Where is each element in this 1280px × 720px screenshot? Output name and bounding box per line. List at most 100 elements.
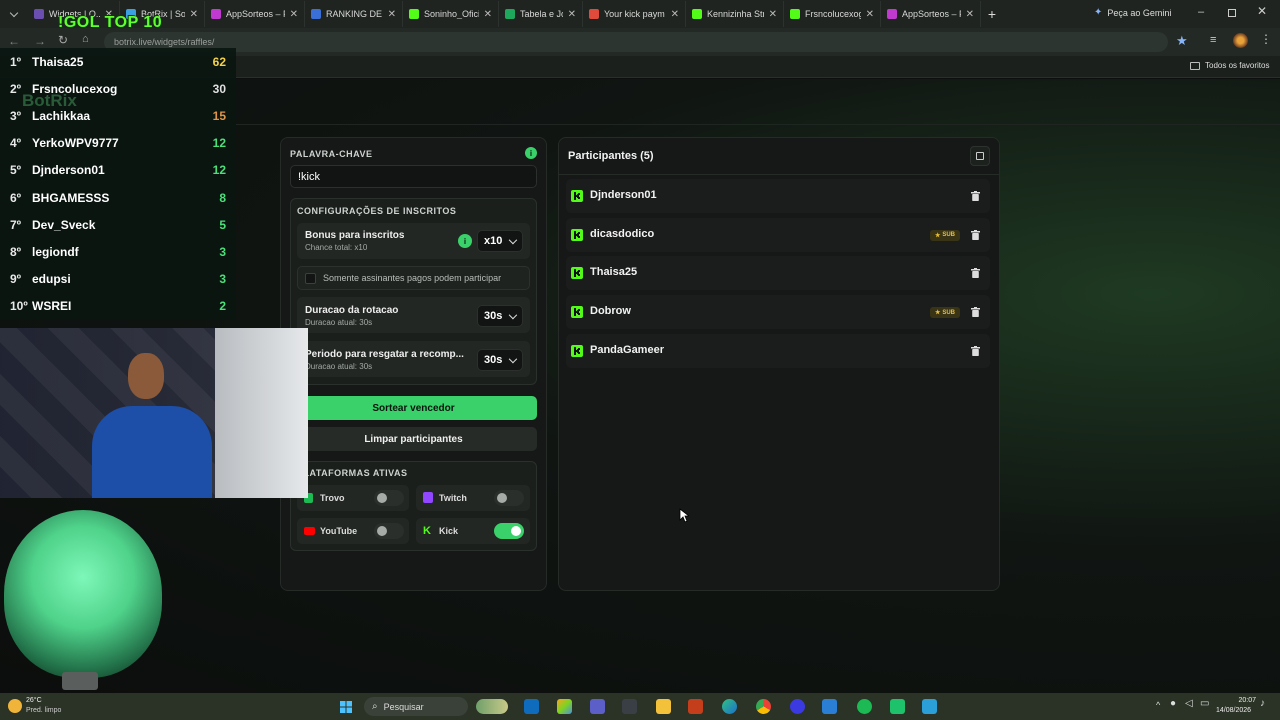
leaderboard-name: WSREI xyxy=(32,299,72,314)
remove-participant-button[interactable] xyxy=(966,303,984,321)
tab-close-icon[interactable]: ✕ xyxy=(290,9,298,20)
browser-tab[interactable]: Tabela e Jogos ✕ xyxy=(499,1,583,27)
claim-title: Periodo para resgatar a recomp... xyxy=(305,349,464,360)
star-icon: ★ xyxy=(934,310,941,317)
tab-close-icon[interactable]: ✕ xyxy=(866,9,874,20)
sub-badge-label: SUB xyxy=(942,232,955,239)
bonus-select[interactable]: x10 xyxy=(477,230,523,252)
keyword-input[interactable]: !kick xyxy=(290,165,537,188)
tab-close-icon[interactable]: ✕ xyxy=(484,9,492,20)
streamer-shirt xyxy=(92,406,212,498)
tab-close-icon[interactable]: ✕ xyxy=(568,9,576,20)
remove-participant-button[interactable] xyxy=(966,187,984,205)
claim-select[interactable]: 30s xyxy=(477,349,523,371)
browser-tab[interactable]: RANKING DE P ✕ xyxy=(305,1,403,27)
leaderboard-row: 5º Djnderson01 12 xyxy=(0,157,236,184)
chevron-up-icon[interactable]: ^ xyxy=(1156,700,1160,710)
reload-button[interactable]: ↻ xyxy=(58,33,68,47)
youtube-toggle[interactable] xyxy=(374,523,404,539)
leaderboard-rank: 2º xyxy=(10,81,22,96)
new-tab-button[interactable]: + xyxy=(981,3,1003,25)
tab-close-icon[interactable]: ✕ xyxy=(190,9,198,20)
leaderboard-row: 6º BHGAMESSS 8 xyxy=(0,184,236,211)
platforms-title: PLATAFORMAS ATIVAS xyxy=(297,468,408,478)
profile-avatar[interactable] xyxy=(1233,33,1248,48)
media-controls-icon[interactable]: ≡ xyxy=(1210,34,1216,46)
participant-name: Dobrow xyxy=(590,305,631,318)
store-icon[interactable] xyxy=(822,699,837,714)
spotify-icon[interactable] xyxy=(857,699,872,714)
tab-label: Frsncolucexog xyxy=(805,9,861,19)
tab-close-icon[interactable]: ✕ xyxy=(388,9,396,20)
bookmark-star-icon[interactable]: ★ xyxy=(1176,33,1188,49)
remove-participant-button[interactable] xyxy=(966,264,984,282)
notification-bell-icon[interactable]: ♪ xyxy=(1260,698,1265,709)
rotation-select[interactable]: 30s xyxy=(477,305,523,327)
clock-date[interactable]: 14/08/2026 xyxy=(1216,707,1251,714)
participants-divider xyxy=(559,174,999,175)
star-icon: ★ xyxy=(934,232,941,239)
chrome-icon[interactable] xyxy=(756,699,771,714)
browser-tab[interactable]: AppSorteos – P ✕ xyxy=(881,1,981,27)
trovo-toggle[interactable] xyxy=(374,490,404,506)
kick-app-icon[interactable] xyxy=(890,699,905,714)
browser-tab[interactable]: Soninho_Oficia ✕ xyxy=(403,1,499,27)
edge-icon[interactable] xyxy=(722,699,737,714)
tab-label: AppSorteos – P xyxy=(902,9,961,19)
kick-icon xyxy=(571,228,583,241)
widgets-icon[interactable] xyxy=(476,699,508,714)
subs-only-checkbox[interactable] xyxy=(305,273,316,284)
browser-tab[interactable]: Frsncolucexog ✕ xyxy=(784,1,881,27)
leaderboard-row: 4º YerkoWPV9777 12 xyxy=(0,130,236,157)
leaderboard-name: Dev_Sveck xyxy=(32,217,96,232)
clock-time[interactable]: 20:07 xyxy=(1218,697,1256,704)
powerpoint-icon[interactable] xyxy=(688,699,703,714)
file-explorer-icon[interactable] xyxy=(656,699,671,714)
remove-participant-button[interactable] xyxy=(966,342,984,360)
maximize-button[interactable] xyxy=(1228,9,1236,17)
remove-participant-button[interactable] xyxy=(966,226,984,244)
browser-tab[interactable]: Kennizinha Str ✕ xyxy=(686,1,784,27)
tab-label: AppSorteos – P xyxy=(226,9,285,19)
microphone-icon[interactable]: ● xyxy=(1170,698,1176,709)
bonus-info-icon[interactable]: i xyxy=(458,234,472,248)
windows-start-icon[interactable] xyxy=(340,700,352,713)
photos-icon[interactable] xyxy=(557,699,572,714)
leaderboard-row: 3º Lachikkaa 15 xyxy=(0,102,236,129)
info-icon[interactable]: i xyxy=(525,147,537,159)
tab-favicon-icon xyxy=(887,9,897,19)
kick-toggle[interactable] xyxy=(494,523,524,539)
twitch-toggle[interactable] xyxy=(494,490,524,506)
battery-icon[interactable]: ▭ xyxy=(1200,698,1209,709)
back-button[interactable]: ← xyxy=(8,34,20,48)
browser-tab[interactable]: AppSorteos – P ✕ xyxy=(205,1,305,27)
leaderboard-row: 8º legiondf 3 xyxy=(0,238,236,265)
leaderboard-name: Frsncolucexog xyxy=(32,81,118,96)
speaker-icon[interactable]: ◁ xyxy=(1185,698,1193,709)
participant-row: Djnderson01 xyxy=(566,179,990,213)
copy-button[interactable] xyxy=(970,146,990,166)
taskbar-search[interactable]: ⌕ Pesquisar xyxy=(364,697,468,716)
close-window-button[interactable]: ✕ xyxy=(1257,4,1267,18)
draw-winner-button[interactable]: Sortear vencedor xyxy=(290,396,537,420)
tab-close-icon[interactable]: ✕ xyxy=(671,9,679,20)
gemini-button[interactable]: ✦ Peça ao Gemini xyxy=(1094,7,1171,18)
tab-close-icon[interactable]: ✕ xyxy=(966,9,974,20)
all-bookmarks-button[interactable]: Todos os favoritos xyxy=(1190,61,1269,70)
tab-favicon-icon xyxy=(211,9,221,19)
menu-kebab-icon[interactable]: ⋮ xyxy=(1260,32,1272,46)
url-input[interactable]: botrix.live/widgets/raffles/ xyxy=(104,32,1168,52)
forward-button[interactable]: → xyxy=(34,34,46,48)
teams-icon[interactable] xyxy=(590,699,605,714)
clear-participants-button[interactable]: Limpar participantes xyxy=(290,427,537,451)
task-view-icon[interactable] xyxy=(622,699,637,714)
home-button[interactable]: ⌂ xyxy=(82,33,89,45)
tab-close-icon[interactable]: ✕ xyxy=(769,9,777,20)
browser-tab[interactable]: Your kick paym ✕ xyxy=(583,1,686,27)
app-icon[interactable] xyxy=(790,699,805,714)
outlook-icon[interactable] xyxy=(524,699,539,714)
notes-icon[interactable] xyxy=(922,699,937,714)
taskbar: 26°C Pred. limpo ⌕ Pesquisar ^ ● ◁ ▭ 20:… xyxy=(0,693,1280,720)
minimize-button[interactable]: – xyxy=(1198,6,1204,18)
tab-search-button[interactable] xyxy=(0,1,28,27)
